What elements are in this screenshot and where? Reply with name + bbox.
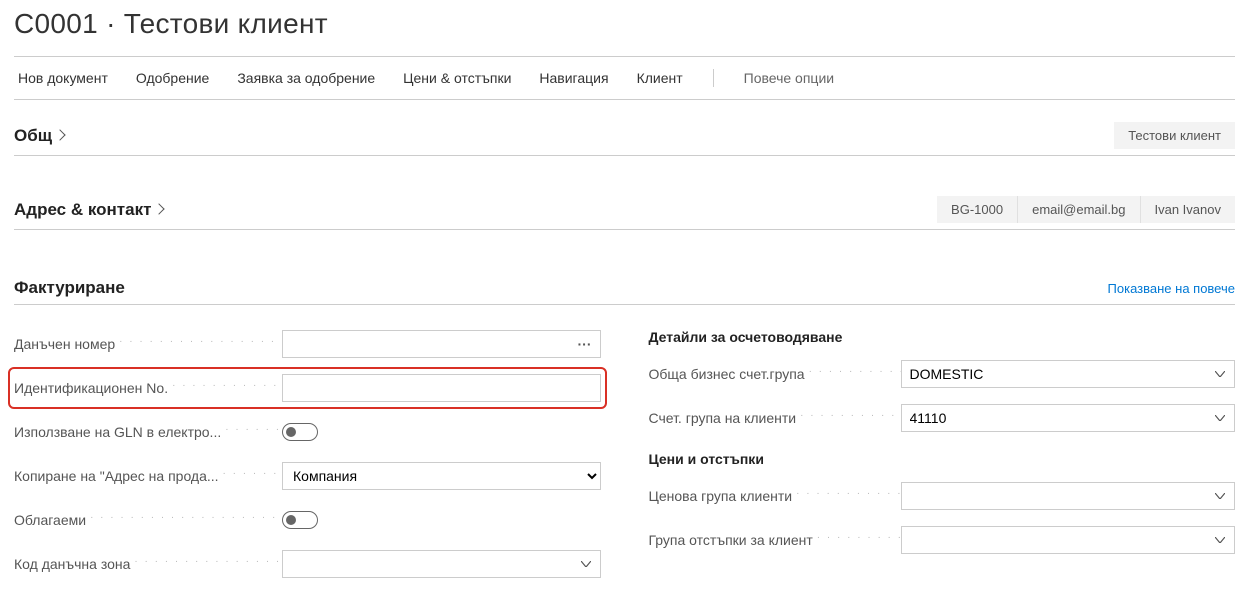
address-badge-email: email@email.bg: [1017, 196, 1139, 223]
gen-bus-group-input[interactable]: [902, 361, 1207, 387]
toggle-knob: [286, 515, 296, 525]
nav-separator: [713, 69, 714, 87]
section-general-title: Общ: [14, 126, 52, 146]
form-col-left: Данъчен номер ··· Идентификационен No. И…: [14, 329, 601, 593]
field-gln: Използване на GLN в електро...: [14, 417, 601, 447]
section-invoicing-header: Фактуриране Показване на повече: [14, 278, 1235, 305]
nav-prices-discounts[interactable]: Цени & отстъпки: [403, 70, 511, 86]
nav-request-approval[interactable]: Заявка за одобрение: [237, 70, 375, 86]
vat-no-input-wrap: ···: [282, 330, 601, 358]
show-more-link[interactable]: Показване на повече: [1108, 281, 1235, 296]
label-disc-group: Група отстъпки за клиент: [649, 532, 901, 548]
field-taxable: Облагаеми: [14, 505, 601, 535]
form-col-right: Детайли за осчетоводяване Обща бизнес сч…: [649, 329, 1236, 593]
label-price-group: Ценова група клиенти: [649, 488, 901, 504]
id-no-input[interactable]: [283, 375, 600, 401]
chevron-down-icon[interactable]: [1206, 483, 1234, 509]
posting-details-header: Детайли за осчетоводяване: [649, 329, 1236, 345]
price-group-input[interactable]: [902, 483, 1207, 509]
label-taxable: Облагаеми: [14, 512, 282, 528]
section-address-toggle[interactable]: Адрес & контакт: [14, 200, 163, 220]
field-disc-group: Група отстъпки за клиент: [649, 525, 1236, 555]
label-vat-no: Данъчен номер: [14, 336, 282, 352]
nav-more-options[interactable]: Повече опции: [744, 70, 834, 86]
chevron-down-icon[interactable]: [1206, 361, 1234, 387]
chevron-down-icon[interactable]: [1206, 527, 1234, 553]
field-price-group: Ценова група клиенти: [649, 481, 1236, 511]
invoicing-form: Данъчен номер ··· Идентификационен No. И…: [14, 329, 1235, 593]
prices-discounts-header: Цени и отстъпки: [649, 451, 1236, 467]
cust-posting-group-input[interactable]: [902, 405, 1207, 431]
label-copy-sell-to: Копиране на "Адрес на прода...: [14, 468, 282, 484]
price-group-combo: [901, 482, 1236, 510]
disc-group-input[interactable]: [902, 527, 1207, 553]
copy-sell-to-select[interactable]: Компания: [282, 462, 601, 490]
address-badge-contact: Ivan Ivanov: [1140, 196, 1236, 223]
tax-area-combo: [282, 550, 601, 578]
section-general-header: Общ Тестови клиент: [14, 122, 1235, 156]
field-tax-area: Код данъчна зона: [14, 549, 601, 579]
tax-area-input[interactable]: [283, 551, 572, 577]
chevron-right-icon: [54, 129, 65, 140]
general-badge-name: Тестови клиент: [1114, 122, 1235, 149]
cust-posting-group-combo: [901, 404, 1236, 432]
address-badge-postcode: BG-1000: [937, 196, 1017, 223]
toggle-knob: [286, 427, 296, 437]
chevron-down-icon[interactable]: [572, 551, 600, 577]
section-invoicing-title: Фактуриране: [14, 278, 125, 298]
section-address-title: Адрес & контакт: [14, 200, 151, 220]
section-address-header: Адрес & контакт BG-1000 email@email.bg I…: [14, 196, 1235, 230]
chevron-down-icon[interactable]: [1206, 405, 1234, 431]
field-gen-bus-group: Обща бизнес счет.група: [649, 359, 1236, 389]
label-gen-bus-group: Обща бизнес счет.група: [649, 366, 901, 382]
label-cust-posting-group: Счет. група на клиенти: [649, 410, 901, 426]
field-copy-sell-to: Копиране на "Адрес на прода... Компания: [14, 461, 601, 491]
nav-new-document[interactable]: Нов документ: [18, 70, 108, 86]
gen-bus-group-combo: [901, 360, 1236, 388]
disc-group-combo: [901, 526, 1236, 554]
label-id-no: Идентификационен No.: [14, 380, 282, 396]
nav-approval[interactable]: Одобрение: [136, 70, 209, 86]
label-gln: Използване на GLN в електро...: [14, 424, 282, 440]
field-vat-no: Данъчен номер ···: [14, 329, 601, 359]
action-bar: Нов документ Одобрение Заявка за одобрен…: [14, 56, 1235, 100]
nav-navigation[interactable]: Навигация: [539, 70, 608, 86]
page-title: C0001 · Тестови клиент: [14, 8, 1235, 40]
chevron-right-icon: [154, 203, 165, 214]
vat-no-input[interactable]: [283, 331, 570, 357]
section-general-toggle[interactable]: Общ: [14, 126, 64, 146]
taxable-toggle[interactable]: [282, 511, 318, 529]
nav-customer[interactable]: Клиент: [637, 70, 683, 86]
label-tax-area: Код данъчна зона: [14, 556, 282, 572]
assist-edit-icon[interactable]: ···: [570, 331, 600, 357]
field-cust-posting-group: Счет. група на клиенти: [649, 403, 1236, 433]
id-no-input-wrap: [282, 374, 601, 402]
field-id-no: Идентификационен No.: [14, 373, 601, 403]
section-invoicing-toggle[interactable]: Фактуриране: [14, 278, 125, 298]
gln-toggle[interactable]: [282, 423, 318, 441]
